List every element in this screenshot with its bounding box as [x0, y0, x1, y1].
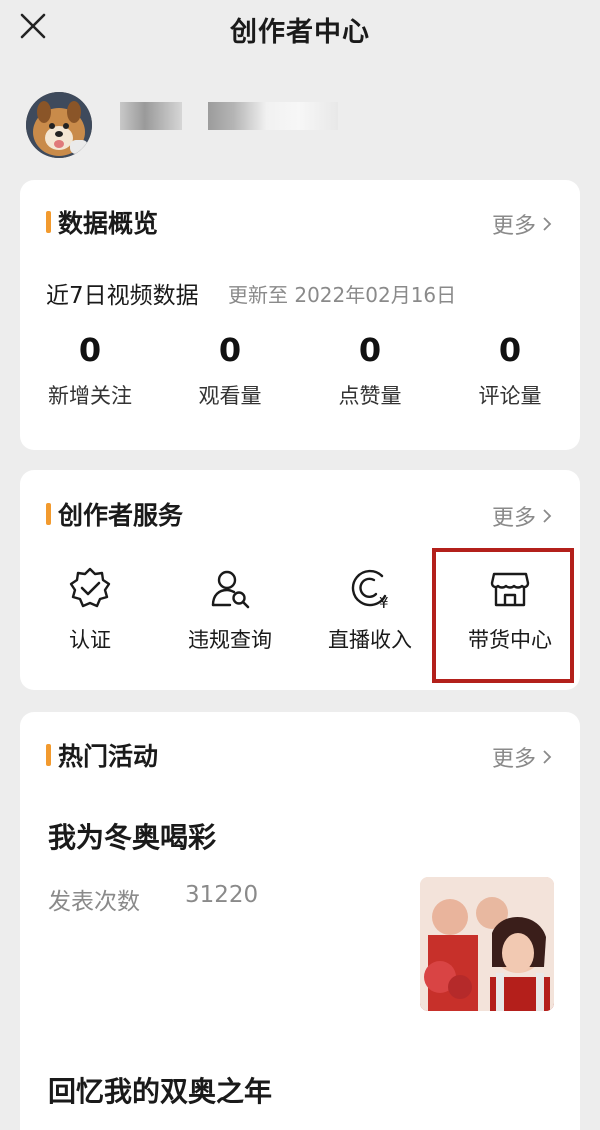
nickname-blurred — [120, 102, 182, 130]
activity-title: 我为冬奥喝彩 — [48, 821, 217, 854]
service-label: 带货中心 — [468, 628, 552, 652]
activity-post-count-label: 发表次数 — [48, 889, 140, 915]
stat-label: 点赞量 — [338, 384, 402, 408]
profile-row[interactable] — [26, 92, 426, 160]
section-accent-bar — [46, 744, 51, 766]
service-label: 直播收入 — [328, 628, 412, 652]
service-violation-query[interactable]: 违规查询 — [160, 566, 300, 676]
data-overview-more-link[interactable]: 更多 — [492, 208, 552, 240]
hot-activities-card: 热门活动 更多 我为冬奥喝彩 发表次数 31220 回忆我的双奥之年 — [20, 712, 580, 1130]
data-overview-card: 数据概览 更多 近7日视频数据 更新至 2022年02月16日 0 新增关注 0… — [20, 180, 580, 450]
svg-text:¥: ¥ — [379, 594, 389, 610]
stat-new-followers[interactable]: 0 新增关注 — [20, 330, 160, 410]
verified-badge-icon — [69, 567, 111, 608]
hot-activities-more-link[interactable]: 更多 — [492, 741, 552, 773]
page-title: 创作者中心 — [230, 17, 370, 48]
creator-services-more-link[interactable]: 更多 — [492, 500, 552, 532]
section-accent-bar — [46, 503, 51, 525]
dog-avatar-image — [26, 92, 92, 158]
service-label: 违规查询 — [188, 628, 272, 652]
stat-value: 0 — [78, 331, 102, 369]
service-sales-center[interactable]: 带货中心 — [440, 566, 580, 676]
cheering-crowd-image — [420, 877, 554, 1011]
service-live-income[interactable]: ¥ 直播收入 — [300, 566, 440, 676]
stat-value: 0 — [358, 331, 382, 369]
service-label: 认证 — [69, 628, 111, 652]
stat-label: 新增关注 — [48, 384, 132, 408]
stat-value: 0 — [218, 331, 242, 369]
user-search-icon — [211, 570, 250, 609]
chevron-right-icon — [543, 217, 552, 231]
stat-label: 评论量 — [478, 384, 542, 408]
activity-title: 回忆我的双奥之年 — [48, 1075, 273, 1108]
chevron-right-icon — [543, 750, 552, 764]
stat-label: 观看量 — [198, 384, 262, 408]
stat-views[interactable]: 0 观看量 — [160, 330, 300, 410]
id-blurred — [208, 102, 338, 130]
live-income-icon: ¥ — [351, 569, 389, 610]
updated-date: 更新至 2022年02月16日 — [228, 283, 457, 307]
service-verification[interactable]: 认证 — [20, 566, 160, 676]
section-accent-bar — [46, 211, 51, 233]
activity-thumbnail[interactable] — [420, 877, 554, 1011]
stat-likes[interactable]: 0 点赞量 — [300, 330, 440, 410]
avatar[interactable] — [26, 92, 92, 158]
chevron-right-icon — [543, 509, 552, 523]
creator-services-card: 创作者服务 更多 认证 违规查询 ¥ 直播收入 带货中心 — [20, 470, 580, 690]
creator-services-title: 创作者服务 — [58, 501, 184, 530]
activity-post-count-value: 31220 — [185, 882, 259, 908]
stat-value: 0 — [498, 331, 522, 369]
hot-activities-title: 热门活动 — [58, 742, 159, 771]
data-period-label: 近7日视频数据 — [46, 283, 199, 309]
top-bar: 创作者中心 — [0, 0, 600, 66]
data-overview-title: 数据概览 — [58, 209, 159, 238]
stat-comments[interactable]: 0 评论量 — [440, 330, 580, 410]
store-icon — [490, 572, 530, 607]
